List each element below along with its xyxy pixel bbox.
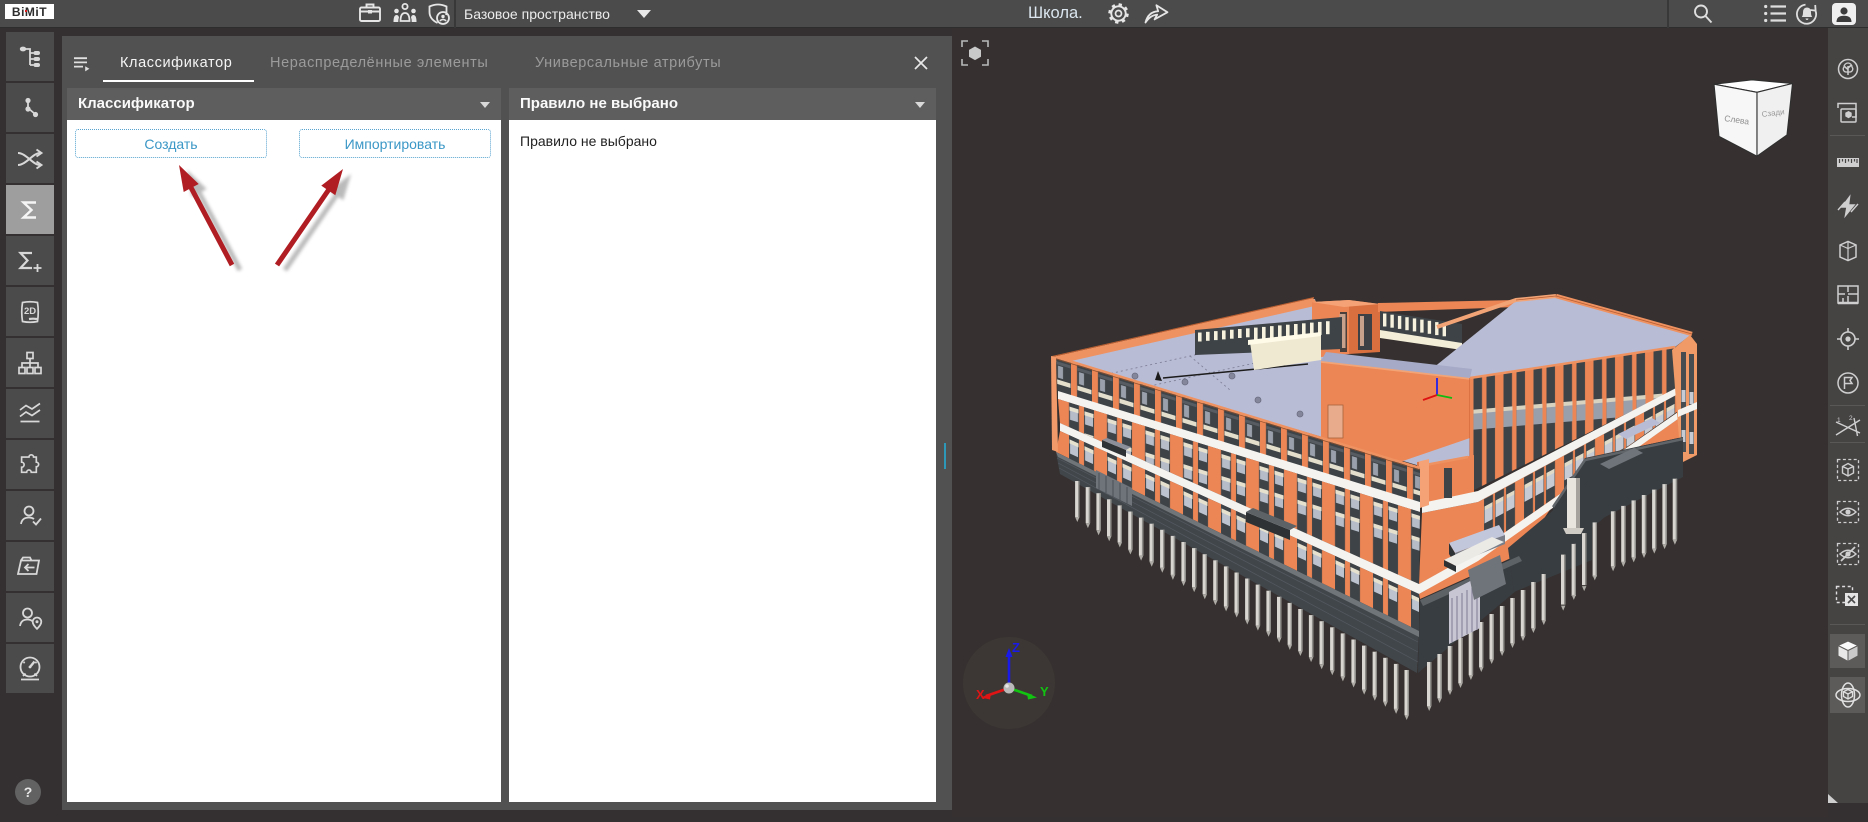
svg-text:Y: Y [1040, 684, 1049, 699]
svg-text:Z: Z [1012, 640, 1020, 655]
svg-text:2D: 2D [24, 306, 36, 317]
svg-text:X: X [976, 687, 985, 702]
svg-text:1: 1 [1837, 417, 1841, 424]
svg-text:2: 2 [1849, 415, 1853, 422]
